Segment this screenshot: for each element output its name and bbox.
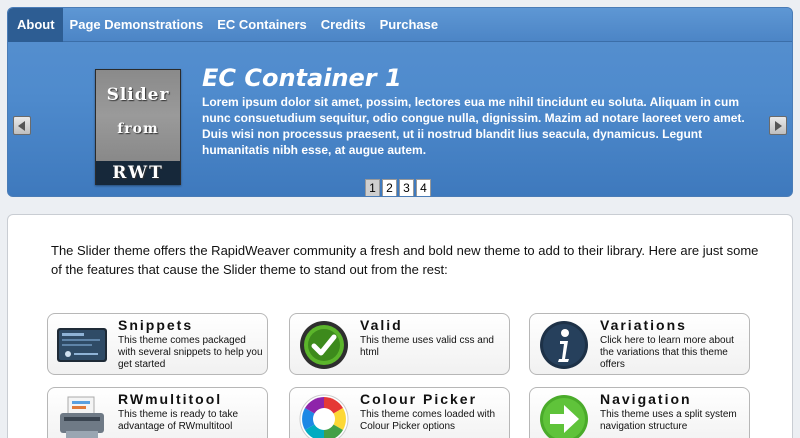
feature-valid[interactable]: Valid This theme uses valid css and html xyxy=(289,313,510,375)
pager-page-4[interactable]: 4 xyxy=(416,179,431,196)
feature-title: Colour Picker xyxy=(360,391,478,407)
color-wheel-icon xyxy=(299,394,349,438)
slider-next-button[interactable] xyxy=(769,116,787,135)
feature-title: Snippets xyxy=(118,317,194,333)
logo-text-slider: Slider xyxy=(106,85,170,105)
nav-item-about[interactable]: About xyxy=(8,8,63,42)
checkmark-badge-icon xyxy=(300,321,348,369)
feature-description: This theme is ready to take advantage of… xyxy=(118,409,239,432)
info-icon xyxy=(540,321,588,369)
feature-description: This theme uses valid css and html xyxy=(360,335,494,358)
slide-body-text: Lorem ipsum dolor sit amet, possim, lect… xyxy=(202,95,745,157)
slider-header: About Page Demonstrations EC Containers … xyxy=(7,7,793,197)
slide-title: EC Container 1 xyxy=(202,64,402,92)
pager-page-1[interactable]: 1 xyxy=(365,179,380,196)
chevron-right-icon xyxy=(775,120,782,131)
logo-text-rwt: RWT xyxy=(96,161,180,185)
arrow-right-circle-icon xyxy=(540,395,588,438)
feature-description: This theme comes packaged with several s… xyxy=(118,335,263,370)
feature-description: This theme uses a split system navigatio… xyxy=(600,409,737,432)
feature-title: Valid xyxy=(360,317,403,333)
intro-paragraph: The Slider theme offers the RapidWeaver … xyxy=(51,243,759,277)
feature-navigation[interactable]: Navigation This theme uses a split syste… xyxy=(529,387,750,438)
feature-title: Variations xyxy=(600,317,687,333)
feature-title: Navigation xyxy=(600,391,692,407)
pager-page-2[interactable]: 2 xyxy=(382,179,397,196)
content-panel: The Slider theme offers the RapidWeaver … xyxy=(7,214,793,438)
feature-snippets[interactable]: Snippets This theme comes packaged with … xyxy=(47,313,268,375)
nav-item-ec-containers[interactable]: EC Containers xyxy=(210,8,314,42)
main-nav: About Page Demonstrations EC Containers … xyxy=(8,8,792,42)
slider-pager: 1 2 3 4 xyxy=(365,179,433,196)
nav-item-page-demonstrations[interactable]: Page Demonstrations xyxy=(63,8,211,42)
feature-colour-picker[interactable]: Colour Picker This theme comes loaded wi… xyxy=(289,387,510,438)
nav-item-purchase[interactable]: Purchase xyxy=(373,8,446,42)
slider-prev-button[interactable] xyxy=(13,116,31,135)
pager-page-3[interactable]: 3 xyxy=(399,179,414,196)
feature-title: RWmultitool xyxy=(118,391,223,407)
multitool-printer-icon xyxy=(60,396,104,438)
logo-text-from: from xyxy=(117,121,159,137)
snippets-screenshot-icon xyxy=(57,328,107,362)
feature-description: Click here to learn more about the varia… xyxy=(600,335,734,370)
nav-item-credits[interactable]: Credits xyxy=(314,8,373,42)
feature-variations[interactable]: Variations Click here to learn more abou… xyxy=(529,313,750,375)
slider-logo-image: Slider from RWT xyxy=(95,69,181,185)
feature-rwmultitool[interactable]: RWmultitool This theme is ready to take … xyxy=(47,387,268,438)
feature-description: This theme comes loaded with Colour Pick… xyxy=(360,409,496,432)
chevron-left-icon xyxy=(18,120,25,131)
